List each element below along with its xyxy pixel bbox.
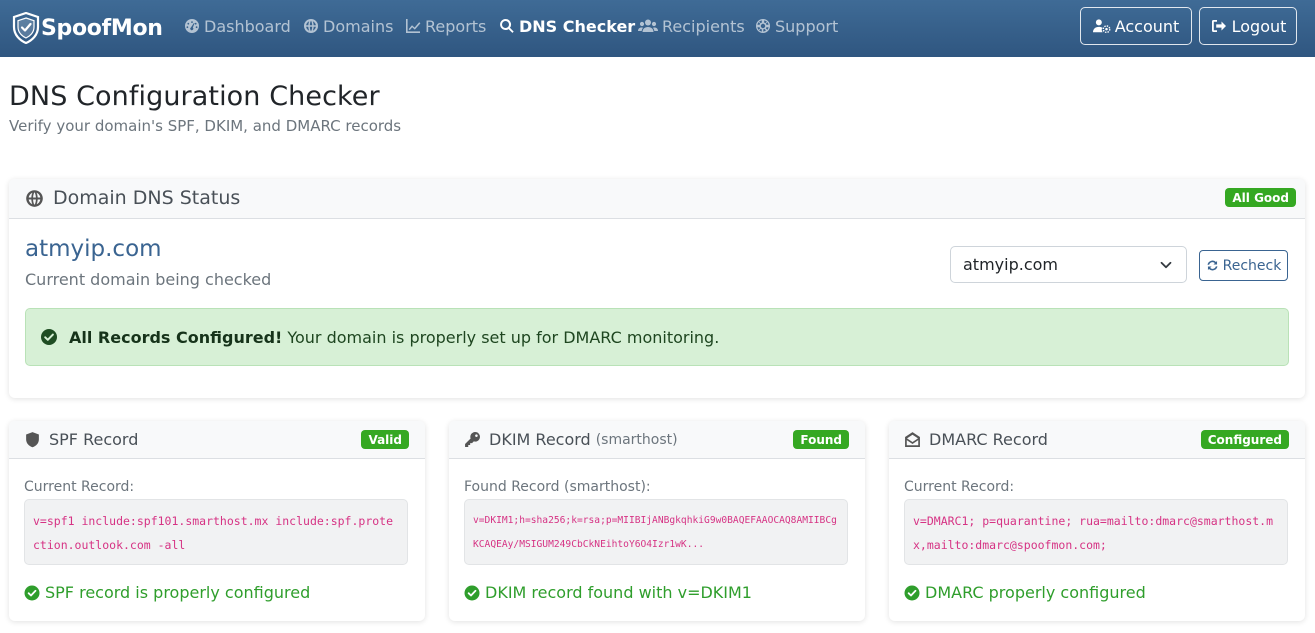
dkim-status-message: DKIM record found with v=DKIM1: [464, 583, 752, 602]
page-subtitle: Verify your domain's SPF, DKIM, and DMAR…: [9, 117, 402, 135]
domain-name: atmyip.com: [25, 236, 162, 262]
brand-logo[interactable]: SpoofMon: [12, 12, 163, 44]
domain-status-title: Domain DNS Status: [25, 187, 240, 209]
spf-card: SPF Record Valid Current Record: v=spf1 …: [9, 421, 425, 621]
account-button[interactable]: Account: [1080, 7, 1192, 45]
spf-status-text: SPF record is properly configured: [45, 583, 311, 602]
nav-dns-checker[interactable]: DNS Checker: [499, 14, 635, 38]
spf-card-title: SPF Record: [24, 430, 138, 449]
domain-status-title-text: Domain DNS Status: [53, 187, 241, 209]
gauge-icon: [185, 19, 199, 33]
domain-select-value: atmyip.com: [963, 255, 1058, 274]
nav-dashboard[interactable]: Dashboard: [184, 14, 291, 38]
dmarc-status-message: DMARC properly configured: [904, 583, 1146, 602]
nav-domains[interactable]: Domains: [303, 14, 393, 38]
lifebuoy-icon: [756, 19, 770, 33]
spf-record-label: Current Record:: [24, 479, 135, 495]
dmarc-record-label: Current Record:: [904, 479, 1015, 495]
success-alert: All Records Configured! Your domain is p…: [25, 308, 1289, 366]
spf-card-header: SPF Record Valid: [9, 421, 425, 459]
users-icon: [638, 19, 658, 32]
dkim-card: DKIM Record (smarthost) Found Found Reco…: [449, 421, 865, 621]
alert-message: Your domain is properly set up for DMARC…: [287, 327, 720, 347]
chevron-down-icon: [1160, 261, 1172, 269]
spf-status-message: SPF record is properly configured: [24, 583, 310, 602]
account-button-label: Account: [1114, 16, 1180, 36]
dmarc-record-value: v=DMARC1; p=quarantine; rua=mailto:dmarc…: [904, 499, 1288, 565]
nav-recipients[interactable]: Recipients: [638, 14, 745, 38]
refresh-icon: [1207, 260, 1218, 271]
check-circle-icon: [904, 585, 920, 600]
page-title: DNS Configuration Checker: [9, 81, 380, 112]
spf-record-value: v=spf1 include:spf101.smarthost.mx inclu…: [24, 499, 408, 565]
logout-button[interactable]: Logout: [1199, 7, 1297, 45]
recheck-button-label: Recheck: [1222, 257, 1282, 274]
dmarc-card-title: DMARC Record: [904, 430, 1048, 449]
nav-support[interactable]: Support: [755, 14, 838, 38]
dmarc-status-text: DMARC properly configured: [925, 583, 1146, 602]
nav-dns-checker-label: DNS Checker: [519, 16, 636, 36]
nav-reports-label: Reports: [425, 16, 487, 36]
shield-icon: [26, 432, 39, 448]
envelope-open-icon: [905, 432, 920, 447]
dmarc-card: DMARC Record Configured Current Record: …: [889, 421, 1305, 621]
dmarc-card-header: DMARC Record Configured: [889, 421, 1305, 459]
top-navbar: SpoofMon Dashboard Domains Reports DNS C…: [0, 0, 1315, 57]
key-icon: [465, 432, 480, 447]
sign-out-icon: [1211, 20, 1226, 32]
dkim-card-header: DKIM Record (smarthost) Found: [449, 421, 865, 459]
check-circle-icon: [41, 329, 57, 345]
dkim-card-subtitle: (smarthost): [595, 431, 678, 448]
dmarc-card-title-text: DMARC Record: [929, 430, 1048, 449]
nav-recipients-label: Recipients: [662, 16, 745, 36]
domain-status-card: Domain DNS Status All Good atmyip.com Cu…: [9, 179, 1305, 398]
spf-card-title-text: SPF Record: [49, 430, 139, 449]
nav-reports[interactable]: Reports: [405, 14, 486, 38]
globe-icon: [304, 19, 318, 33]
check-circle-icon: [464, 585, 480, 600]
domain-select[interactable]: atmyip.com: [950, 246, 1187, 283]
globe-icon: [26, 189, 43, 207]
domain-status-header: Domain DNS Status All Good: [9, 179, 1305, 219]
dkim-card-title: DKIM Record (smarthost): [464, 430, 678, 449]
dmarc-status-badge: Configured: [1200, 430, 1289, 449]
shield-icon: [12, 12, 40, 44]
search-icon: [500, 19, 514, 33]
nav-dashboard-label: Dashboard: [204, 16, 291, 36]
spf-status-badge: Valid: [361, 430, 409, 449]
line-chart-icon: [406, 19, 421, 33]
check-circle-icon: [24, 585, 40, 600]
user-cog-icon: [1092, 19, 1111, 34]
nav-support-label: Support: [775, 16, 839, 36]
dkim-record-label: Found Record (smarthost):: [464, 479, 651, 495]
alert-title: All Records Configured!: [69, 327, 283, 347]
status-badge: All Good: [1225, 188, 1296, 207]
brand-name: SpoofMon: [41, 15, 163, 41]
dkim-status-badge: Found: [793, 430, 849, 449]
nav-domains-label: Domains: [323, 16, 394, 36]
dkim-record-value: v=DKIM1;h=sha256;k=rsa;p=MIIBIjANBgkqhki…: [464, 499, 848, 565]
logout-button-label: Logout: [1231, 16, 1287, 36]
dkim-card-title-text: DKIM Record: [489, 430, 591, 449]
domain-caption: Current domain being checked: [25, 270, 272, 289]
dkim-status-text: DKIM record found with v=DKIM1: [485, 583, 752, 602]
recheck-button[interactable]: Recheck: [1199, 250, 1288, 281]
